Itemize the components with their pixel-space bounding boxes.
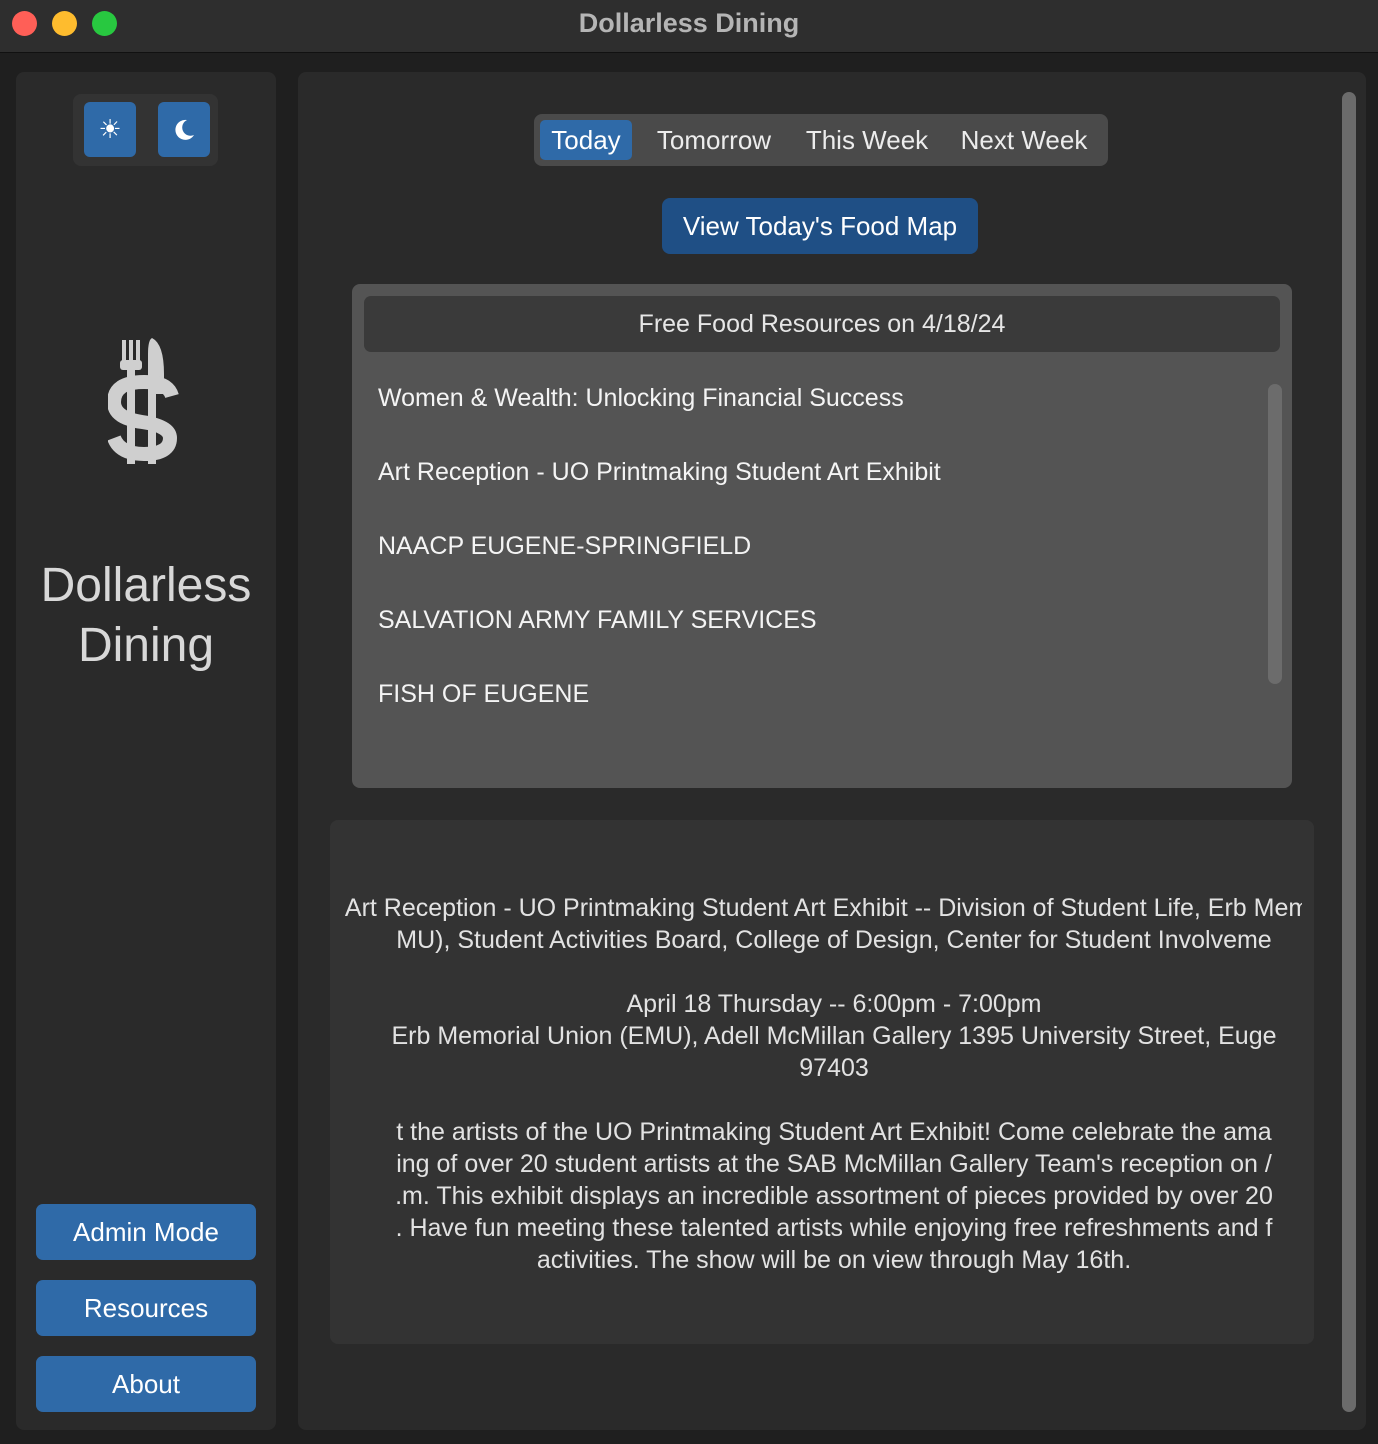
tab-next-week[interactable]: Next Week [948,120,1100,160]
event-description-line: t the artists of the UO Printmaking Stud… [396,1118,1272,1146]
event-title-line: MU), Student Activities Board, College o… [396,926,1272,954]
list-item[interactable]: NAACP EUGENE-SPRINGFIELD [378,532,941,606]
main-panel: Today Tomorrow This Week Next Week View … [298,72,1366,1430]
tab-tomorrow[interactable]: Tomorrow [642,120,786,160]
window-title: Dollarless Dining [578,8,800,38]
app-name-line1: Dollarless [40,559,252,612]
event-description-line: ing of over 20 student artists at the SA… [396,1150,1272,1178]
event-description-line: activities. The show will be on view thr… [536,1246,1132,1274]
event-location-line: Erb Memorial Union (EMU), Adell McMillan… [391,1022,1277,1050]
resources-button[interactable]: Resources [36,1280,256,1336]
event-detail-viewport: Art Reception - UO Printmaking Student A… [340,820,1302,1344]
app-name-line2: Dining [77,619,215,672]
moon-icon [175,119,194,140]
list-item[interactable]: Art Reception - UO Printmaking Student A… [378,458,941,532]
sidebar: ☀ Dollarless Dining Admin Mode Resources… [16,72,276,1430]
title-bar: Dollarless Dining [0,0,1378,53]
theme-toggle-group: ☀ [73,94,218,166]
fork-knife-dollar-icon [108,338,179,464]
view-food-map-button[interactable]: View Today's Food Map [662,198,978,254]
event-time: April 18 Thursday -- 6:00pm - 7:00pm [626,990,1042,1018]
main-scrollbar[interactable] [1342,92,1356,1412]
dark-mode-button[interactable] [158,102,210,157]
event-description-line: .m. This exhibit displays an incredible … [395,1182,1273,1210]
light-mode-button[interactable]: ☀ [84,102,136,157]
resources-list-header: Free Food Resources on 4/18/24 [364,296,1280,352]
sun-icon: ☀ [98,114,122,144]
admin-mode-button[interactable]: Admin Mode [36,1204,256,1260]
about-button[interactable]: About [36,1356,256,1412]
event-title-line: Art Reception - UO Printmaking Student A… [344,894,1302,922]
event-description-line: . Have fun meeting these talented artist… [395,1214,1273,1242]
tab-this-week[interactable]: This Week [796,120,938,160]
list-scrollbar[interactable] [1268,384,1282,684]
list-item[interactable]: Women & Wealth: Unlocking Financial Succ… [378,384,941,458]
date-tabs: Today Tomorrow This Week Next Week [534,114,1108,166]
list-item[interactable]: FISH OF EUGENE [378,680,941,754]
event-location-line: 97403 [799,1054,869,1082]
resources-list-panel: Free Food Resources on 4/18/24 Women & W… [352,284,1292,788]
event-detail-panel: Art Reception - UO Printmaking Student A… [330,820,1314,1344]
event-detail-text: Art Reception - UO Printmaking Student A… [340,892,1302,1276]
resources-list: Women & Wealth: Unlocking Financial Succ… [378,384,941,754]
tab-today[interactable]: Today [540,120,632,160]
app-name: Dollarless Dining [16,556,276,676]
list-item[interactable]: SALVATION ARMY FAMILY SERVICES [378,606,941,680]
